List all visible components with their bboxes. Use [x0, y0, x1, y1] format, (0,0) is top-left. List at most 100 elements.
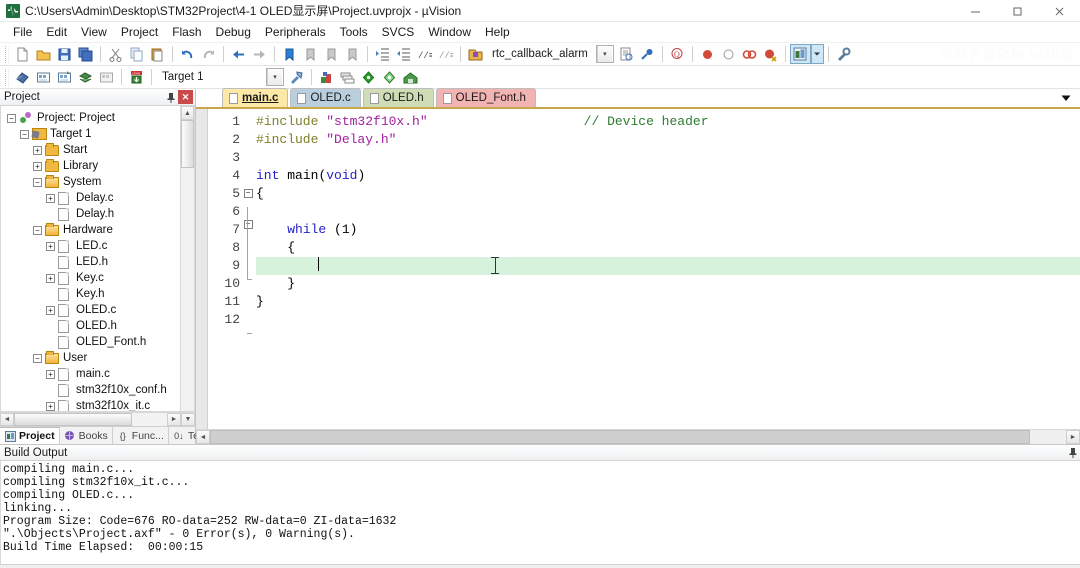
target-dropdown[interactable]: ▾ [266, 68, 284, 86]
editor-tab-main-c[interactable]: main.c [222, 88, 289, 107]
tree-item-led-c[interactable]: + LED.c [3, 238, 180, 254]
expand-icon[interactable]: + [46, 273, 55, 283]
scroll-up-icon[interactable]: ▲ [181, 106, 194, 120]
goto-definition-icon[interactable] [637, 44, 658, 64]
collapse-icon[interactable]: − [33, 353, 42, 363]
redo-icon[interactable] [198, 44, 219, 64]
close-button[interactable] [1038, 0, 1080, 22]
menu-window[interactable]: Window [421, 23, 478, 41]
code-line-2[interactable]: #include "Delay.h" [256, 131, 1080, 149]
code-editor[interactable]: 1 2 3 4 5 6 7 8 9 10 11 12 − − #include "stm32f10x.… [196, 109, 1080, 429]
project-tree[interactable]: − Project: Project − Target 1 + Start + Library… [1, 106, 180, 411]
collapse-icon[interactable]: − [20, 129, 29, 139]
manage-multi-project-icon[interactable] [337, 67, 358, 87]
manage-run-time-icon[interactable] [379, 67, 400, 87]
search-input[interactable]: rtc_callback_alarm [486, 48, 594, 60]
tree-item-main-c[interactable]: + main.c [3, 366, 180, 382]
select-software-packs-icon[interactable] [400, 67, 421, 87]
configure-icon[interactable] [833, 44, 854, 64]
scroll-right-icon[interactable]: ► [1066, 430, 1080, 444]
project-tree-horizontal-scrollbar[interactable]: ◄ ► ▼ [0, 412, 195, 426]
search-dropdown[interactable]: ▾ [595, 45, 614, 63]
scroll-track[interactable] [181, 120, 194, 411]
scroll-thumb[interactable] [181, 120, 194, 168]
code-line-1[interactable]: #include "stm32f10x.h" // Device header [256, 113, 1080, 131]
copy-icon[interactable] [126, 44, 147, 64]
code-line-3[interactable] [256, 149, 1080, 167]
uncomment-icon[interactable]: //≡ [435, 44, 456, 64]
project-tree-vertical-scrollbar[interactable]: ▲ [180, 106, 194, 411]
stop-build-icon[interactable] [96, 67, 117, 87]
code-line-8[interactable]: { [256, 239, 1080, 257]
insert-bookmark-icon[interactable] [465, 44, 486, 64]
editor-tab-oled-font-h[interactable]: OLED_Font.h [435, 88, 536, 107]
code-line-11[interactable]: } [256, 293, 1080, 311]
menu-help[interactable]: Help [478, 23, 517, 41]
tree-item-oled-h[interactable]: OLED.h [3, 318, 180, 334]
breakpoint-icon[interactable] [697, 44, 718, 64]
tree-item-delay-h[interactable]: Delay.h [3, 206, 180, 222]
maximize-button[interactable] [996, 0, 1038, 22]
comment-icon[interactable]: //≡ [414, 44, 435, 64]
tree-item-oled-c[interactable]: + OLED.c [3, 302, 180, 318]
scroll-track[interactable] [132, 413, 167, 426]
tree-item-key-c[interactable]: + Key.c [3, 270, 180, 286]
tree-item-hardware[interactable]: − Hardware [3, 222, 180, 238]
expand-icon[interactable]: + [33, 145, 42, 155]
cut-icon[interactable] [105, 44, 126, 64]
scroll-track[interactable] [1030, 430, 1066, 444]
scroll-right-icon[interactable]: ► [167, 413, 181, 426]
rebuild-icon[interactable] [54, 67, 75, 87]
tree-item-led-h[interactable]: LED.h [3, 254, 180, 270]
code-line-4[interactable]: int main(void) [256, 167, 1080, 185]
target-options-icon[interactable] [286, 67, 307, 87]
undo-icon[interactable] [177, 44, 198, 64]
tree-item-oled-font-h[interactable]: OLED_Font.h [3, 334, 180, 350]
tree-item-start[interactable]: + Start [3, 142, 180, 158]
breakpoint-kill-all-icon[interactable] [739, 44, 760, 64]
menu-file[interactable]: File [6, 23, 39, 41]
manage-project-items-icon[interactable] [316, 67, 337, 87]
code-line-5[interactable]: { [256, 185, 1080, 203]
menu-tools[interactable]: Tools [333, 23, 375, 41]
pin-icon[interactable] [1066, 446, 1080, 460]
target-selector-label[interactable]: Target 1 [156, 71, 264, 83]
translate-icon[interactable] [12, 67, 33, 87]
minimize-button[interactable] [954, 0, 996, 22]
build-icon[interactable] [33, 67, 54, 87]
tree-item-user[interactable]: − User [3, 350, 180, 366]
expand-icon[interactable]: + [33, 161, 42, 171]
bookmark-clear-icon[interactable] [342, 44, 363, 64]
menu-peripherals[interactable]: Peripherals [258, 23, 333, 41]
tree-item-delay-c[interactable]: + Delay.c [3, 190, 180, 206]
code-line-9[interactable] [256, 257, 1080, 275]
bookmark-toggle-icon[interactable] [279, 44, 300, 64]
tree-item-project-project[interactable]: − Project: Project [3, 110, 180, 126]
collapse-icon[interactable]: − [33, 177, 42, 187]
tab-functions[interactable]: {} Func... [113, 427, 169, 444]
expand-icon[interactable]: + [46, 241, 55, 251]
collapse-icon[interactable]: − [33, 225, 42, 235]
collapse-icon[interactable]: − [7, 113, 16, 123]
scroll-more-icon[interactable]: ▼ [181, 413, 195, 426]
save-icon[interactable] [54, 44, 75, 64]
expand-icon[interactable]: + [46, 305, 55, 315]
indent-icon[interactable] [372, 44, 393, 64]
build-output-text[interactable]: compiling main.c... compiling stm32f10x_i… [0, 461, 1080, 564]
fold-box-line8[interactable]: − [243, 220, 253, 229]
scroll-thumb[interactable] [210, 430, 1030, 444]
menu-project[interactable]: Project [114, 23, 165, 41]
toolbar-grip[interactable] [5, 45, 9, 63]
navigate-forward-icon[interactable] [249, 44, 270, 64]
pack-installer-icon[interactable] [358, 67, 379, 87]
bookmark-prev-icon[interactable] [300, 44, 321, 64]
editor-horizontal-scrollbar[interactable]: ◄ ► [196, 429, 1080, 444]
code-line-10[interactable]: } [256, 275, 1080, 293]
save-all-icon[interactable] [75, 44, 96, 64]
tree-item-system[interactable]: − System [3, 174, 180, 190]
code-folding-gutter[interactable]: − − [240, 109, 256, 429]
menu-flash[interactable]: Flash [165, 23, 208, 41]
scroll-thumb[interactable] [14, 413, 132, 426]
find-in-files-icon[interactable] [616, 44, 637, 64]
expand-icon[interactable]: + [46, 193, 55, 203]
